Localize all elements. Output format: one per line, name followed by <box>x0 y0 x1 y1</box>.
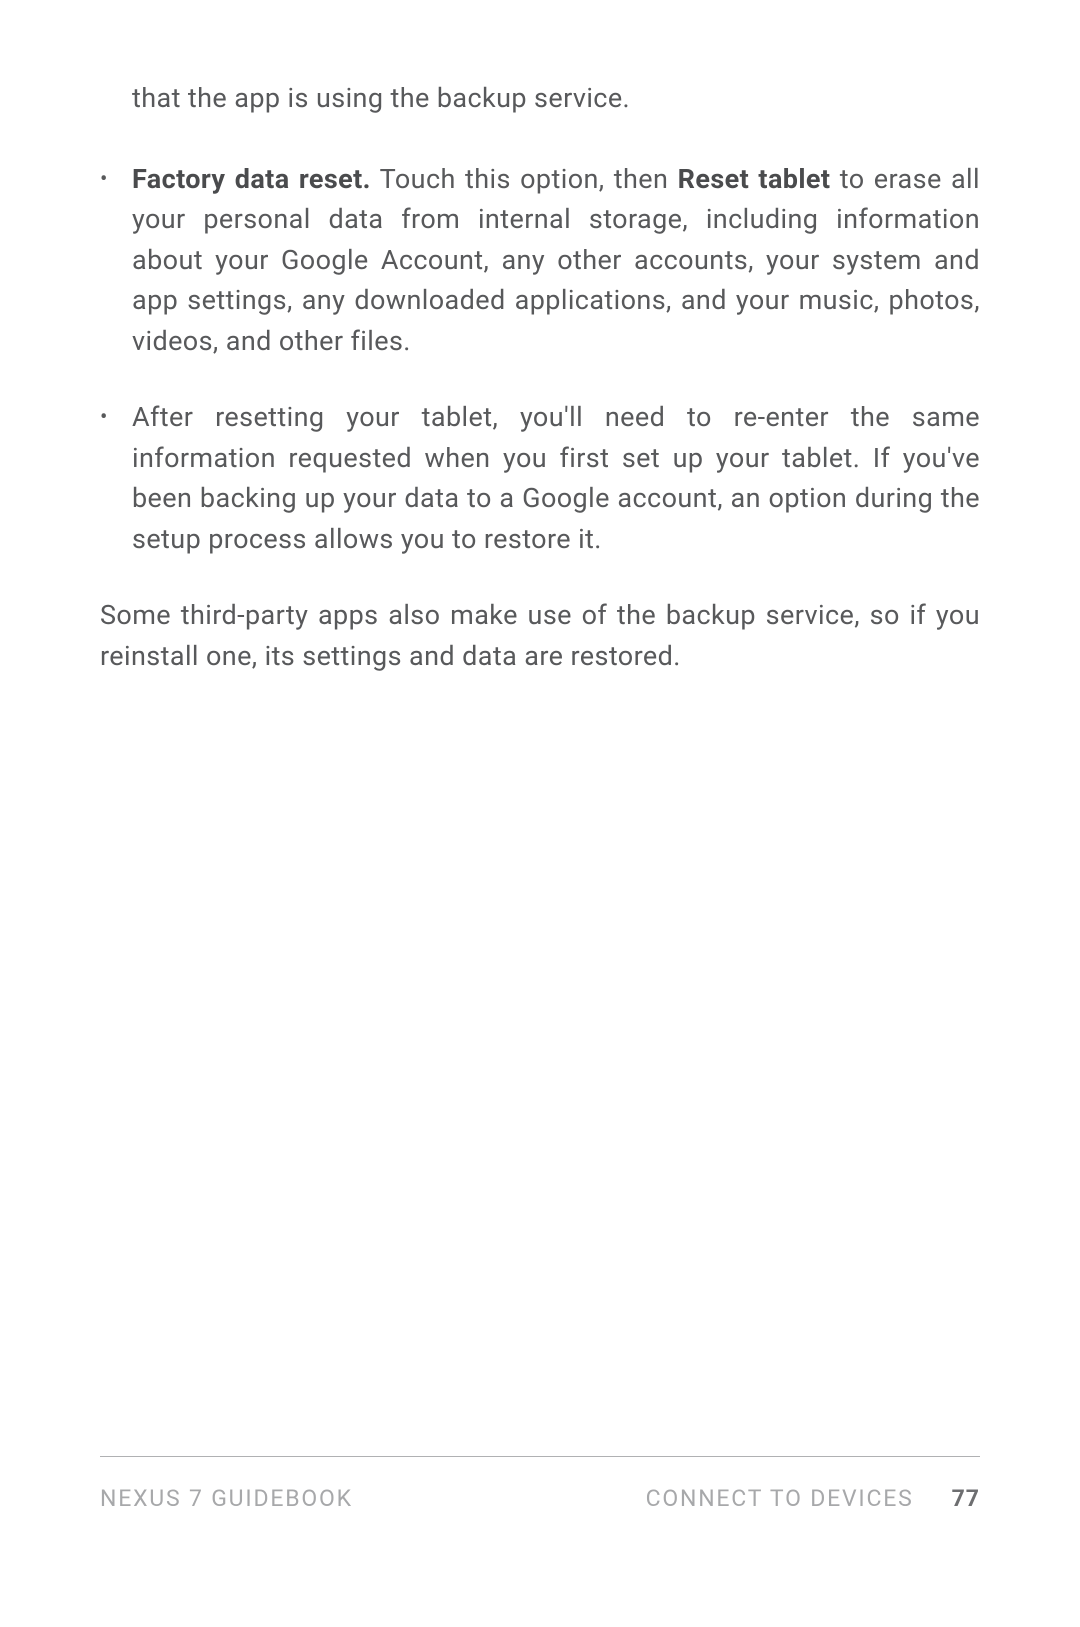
continuation-text: that the app is using the backup service… <box>132 78 980 119</box>
footer-right: CONNECT TO DEVICES 77 <box>646 1485 980 1512</box>
footer-divider <box>100 1456 980 1457</box>
bullet-icon: • <box>100 397 132 559</box>
list-item: • After resetting your tablet, you'll ne… <box>100 397 980 559</box>
bold-label: Reset tablet <box>678 163 831 195</box>
bullet-text: Factory data reset. Touch this option, t… <box>132 159 980 362</box>
bullet-text: After resetting your tablet, you'll need… <box>132 397 980 559</box>
closing-paragraph: Some third-party apps also make use of t… <box>100 595 980 676</box>
footer-row: NEXUS 7 GUIDEBOOK CONNECT TO DEVICES 77 <box>100 1485 980 1512</box>
bullet-list: • Factory data reset. Touch this option,… <box>100 159 980 560</box>
bullet-icon: • <box>100 159 132 362</box>
page-content: that the app is using the backup service… <box>100 78 980 676</box>
list-item: • Factory data reset. Touch this option,… <box>100 159 980 362</box>
section-title: CONNECT TO DEVICES <box>646 1485 914 1512</box>
bold-label: Factory data reset. <box>132 163 371 195</box>
page-footer: NEXUS 7 GUIDEBOOK CONNECT TO DEVICES 77 <box>100 1456 980 1512</box>
page-number: 77 <box>952 1485 980 1512</box>
book-title: NEXUS 7 GUIDEBOOK <box>100 1485 353 1512</box>
